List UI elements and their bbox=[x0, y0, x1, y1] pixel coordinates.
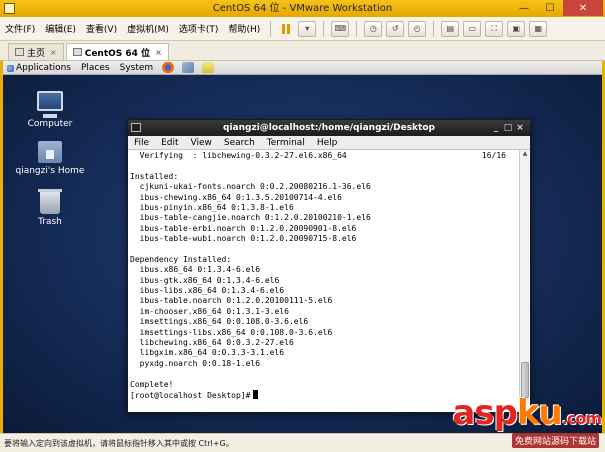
menu-edit[interactable]: 编辑(E) bbox=[40, 22, 81, 35]
menu-help[interactable]: 帮助(H) bbox=[223, 22, 265, 35]
home-icon bbox=[15, 48, 24, 56]
computer-icon bbox=[37, 91, 63, 118]
terminal-menubar: File Edit View Search Terminal Help bbox=[128, 136, 530, 150]
minimize-button[interactable]: — bbox=[511, 0, 537, 16]
terminal-line: ibus-gtk.x86_64 0:1.3.4-6.el6 bbox=[130, 275, 280, 285]
vmware-tab-strip: 主页 × CentOS 64 位 × bbox=[0, 41, 605, 61]
tab-label: 主页 bbox=[27, 48, 46, 59]
toolbar-separator bbox=[270, 20, 272, 37]
verify-progress: 16/16 bbox=[481, 151, 506, 160]
terminal-line: Installed: bbox=[130, 171, 179, 181]
watermark-slogan: 免费网站源码下载站 bbox=[511, 433, 599, 448]
terminal-menu-edit[interactable]: Edit bbox=[155, 138, 184, 148]
desktop-icon-home[interactable]: qiangzi's Home bbox=[10, 141, 90, 176]
terminal-scrollbar[interactable]: ▲ ▼ bbox=[519, 150, 530, 406]
terminal-line: pyxdg.noarch 0:0.18-1.el6 bbox=[130, 358, 261, 368]
terminal-line: imsettings.x86_64 0:0.108.0-3.6.el6 bbox=[130, 317, 309, 327]
system-menu[interactable]: System bbox=[115, 63, 159, 73]
desktop-icon-label: qiangzi's Home bbox=[15, 166, 85, 176]
home-folder-icon bbox=[38, 141, 62, 163]
menu-file[interactable]: 文件(F) bbox=[0, 22, 40, 35]
notes-icon[interactable] bbox=[202, 62, 215, 73]
pause-icon[interactable] bbox=[276, 21, 296, 37]
desktop-icon-label: Computer bbox=[27, 119, 73, 129]
console-view-icon[interactable]: ▦ bbox=[529, 20, 548, 37]
snapshot-manager-icon[interactable]: ◴ bbox=[408, 20, 427, 37]
terminal-line: ibus-table.noarch 0:1.2.0.20100111-5.el6 bbox=[130, 296, 333, 306]
toolbar-separator bbox=[356, 20, 358, 37]
maximize-button[interactable]: ☐ bbox=[537, 0, 563, 16]
terminal-menu-search[interactable]: Search bbox=[218, 138, 261, 148]
terminal-menu-terminal[interactable]: Terminal bbox=[261, 138, 311, 148]
vm-icon bbox=[72, 48, 82, 56]
terminal-line: libchewing.x86_64 0:0.3.2-27.el6 bbox=[130, 338, 294, 348]
terminal-title-bar[interactable]: qiangzi@localhost:/home/qiangzi/Desktop … bbox=[128, 120, 530, 136]
close-tab-icon[interactable]: × bbox=[50, 48, 57, 57]
terminal-menu-file[interactable]: File bbox=[128, 138, 155, 148]
terminal-output[interactable]: Verifying : libchewing-0.3.2-27.el6.x86_… bbox=[128, 150, 520, 406]
window-controls: — ☐ ✕ bbox=[511, 0, 603, 16]
terminal-title: qiangzi@localhost:/home/qiangzi/Desktop bbox=[223, 123, 435, 133]
trash-icon bbox=[38, 189, 62, 214]
terminal-line: im-chooser.x86_64 0:1.3.1-3.el6 bbox=[130, 306, 289, 316]
applications-menu[interactable]: Applications bbox=[3, 63, 76, 73]
terminal-line: Dependency Installed: bbox=[130, 254, 232, 264]
watermark-text: 脚本之家 bbox=[432, 211, 481, 225]
terminal-line: ibus-chewing.x86_64 0:1.3.5.20100714-4.e… bbox=[130, 192, 342, 202]
terminal-cursor bbox=[253, 389, 259, 399]
snapshot-icon[interactable]: ◷ bbox=[364, 20, 383, 37]
tab-home[interactable]: 主页 × bbox=[8, 43, 64, 60]
aspku-watermark: aspku.com 免费网站源码下载站 bbox=[431, 393, 602, 449]
terminal-window-controls: _ □ × bbox=[490, 120, 526, 136]
terminal-line: Verifying : libchewing-0.3.2-27.el6.x86_… bbox=[130, 151, 506, 160]
tab-centos[interactable]: CentOS 64 位 × bbox=[65, 43, 169, 60]
send-ctrl-alt-del-icon[interactable]: ⌨ bbox=[331, 20, 350, 37]
desktop-icon-label: Trash bbox=[38, 217, 62, 227]
firefox-icon[interactable] bbox=[162, 62, 175, 73]
menu-vm[interactable]: 虚拟机(M) bbox=[122, 22, 174, 35]
terminal-line: ibus.x86_64 0:1.3.4-6.el6 bbox=[130, 265, 261, 275]
terminal-minimize-icon[interactable]: _ bbox=[490, 120, 502, 136]
places-menu[interactable]: Places bbox=[76, 63, 115, 73]
toolbar-separator bbox=[433, 20, 435, 37]
terminal-close-icon[interactable]: × bbox=[514, 120, 526, 136]
desktop-icon-trash[interactable]: Trash bbox=[10, 189, 90, 227]
terminal-line: libgxim.x86_64 0:0.3.3-3.1.el6 bbox=[130, 348, 285, 358]
terminal-line: imsettings-libs.x86_64 0:0.108.0-3.6.el6 bbox=[130, 327, 333, 337]
shell-prompt: [root@localhost Desktop]# bbox=[130, 390, 251, 400]
unity-icon[interactable]: ▣ bbox=[507, 20, 526, 37]
close-button[interactable]: ✕ bbox=[563, 0, 603, 16]
desktop-icon-computer[interactable]: Computer bbox=[10, 91, 90, 129]
fullscreen-icon[interactable]: ⛶ bbox=[485, 20, 504, 37]
terminal-line: ibus-libs.x86_64 0:1.3.4-6.el6 bbox=[130, 286, 285, 296]
terminal-line: cjkuni-ukai-fonts.noarch 0:0.2.20080216.… bbox=[130, 182, 371, 192]
tab-label: CentOS 64 位 bbox=[84, 48, 151, 59]
power-dropdown-icon[interactable]: ▾ bbox=[298, 20, 317, 37]
toolbar-separator bbox=[323, 20, 325, 37]
terminal-line: ibus-table-wubi.noarch 0:1.2.0.20090715-… bbox=[130, 234, 357, 244]
mail-icon[interactable] bbox=[182, 62, 195, 73]
watermark-logo: aspku.com bbox=[452, 393, 602, 433]
revert-snapshot-icon[interactable]: ↺ bbox=[386, 20, 405, 37]
close-tab-icon[interactable]: × bbox=[155, 48, 162, 57]
terminal-line: Complete! bbox=[130, 379, 174, 389]
status-hint: 要将输入定向到该虚拟机，请将鼠标指针移入其中或按 Ctrl+G。 bbox=[4, 438, 234, 448]
terminal-maximize-icon[interactable]: □ bbox=[502, 120, 514, 136]
fit-guest-icon[interactable]: ▭ bbox=[463, 20, 482, 37]
terminal-window[interactable]: qiangzi@localhost:/home/qiangzi/Desktop … bbox=[127, 119, 531, 413]
terminal-menu-view[interactable]: View bbox=[185, 138, 218, 148]
library-icon[interactable]: ▤ bbox=[441, 20, 460, 37]
terminal-menu-help[interactable]: Help bbox=[311, 138, 344, 148]
scroll-up-icon[interactable]: ▲ bbox=[520, 150, 530, 158]
vmware-menubar: 文件(F) 编辑(E) 查看(V) 虚拟机(M) 选项卡(T) 帮助(H) ▾ … bbox=[0, 17, 605, 41]
menu-tabs[interactable]: 选项卡(T) bbox=[174, 22, 224, 35]
vmware-title-bar: CentOS 64 位 - VMware Workstation — ☐ ✕ bbox=[0, 0, 605, 17]
menu-view[interactable]: 查看(V) bbox=[81, 22, 122, 35]
gnome-top-panel: Applications Places System bbox=[3, 61, 602, 75]
terminal-icon bbox=[131, 123, 141, 132]
